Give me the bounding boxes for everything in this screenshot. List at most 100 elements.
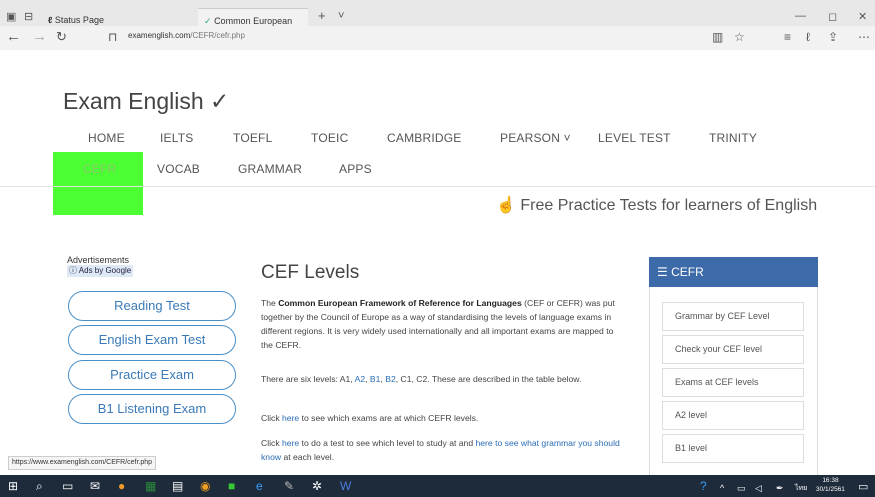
- p4-post: at each level.: [281, 452, 335, 462]
- link-test-here[interactable]: here: [282, 438, 299, 448]
- back-icon[interactable]: ←: [6, 28, 21, 45]
- sidebar-item-a2[interactable]: A2 level: [662, 401, 804, 430]
- clock-date: 30/1/2561: [816, 486, 845, 493]
- link-a2[interactable]: A2: [355, 374, 366, 384]
- tab-label: Status Page: [54, 15, 104, 25]
- store-icon[interactable]: ▤: [172, 479, 183, 493]
- word-icon[interactable]: W: [340, 479, 351, 493]
- nav-vocab[interactable]: VOCAB: [157, 162, 200, 176]
- chevron-down-icon[interactable]: ˅: [338, 10, 344, 22]
- link-b2[interactable]: B2: [385, 374, 396, 384]
- thumbs-up-icon: ☝: [496, 197, 516, 214]
- network-icon[interactable]: ▭: [737, 481, 746, 495]
- link-exams-here[interactable]: here: [282, 413, 299, 423]
- link-b1[interactable]: B1: [370, 374, 381, 384]
- ads-by-google[interactable]: ⓘ Ads by Google: [67, 265, 134, 277]
- ads-by-text: Ads by Google: [78, 266, 132, 275]
- more-icon[interactable]: ⋯: [858, 30, 870, 44]
- task-view-icon[interactable]: ▭: [62, 479, 73, 493]
- maximize-icon[interactable]: ◻: [828, 10, 837, 23]
- p1-pre: The: [261, 298, 279, 308]
- nav-apps[interactable]: APPS: [339, 162, 372, 176]
- sidebar-item-b1[interactable]: B1 level: [662, 434, 804, 463]
- nav-home[interactable]: HOME: [88, 131, 125, 145]
- nav-cambridge[interactable]: CAMBRIDGE: [387, 131, 461, 145]
- p4-pre: Click: [261, 438, 283, 448]
- nav-grammar[interactable]: GRAMMAR: [238, 162, 302, 176]
- mail-icon[interactable]: ✉: [90, 479, 100, 493]
- nav-pearson[interactable]: PEARSON ˅: [500, 131, 571, 145]
- url-path: /CEFR/cefr.php: [190, 31, 245, 40]
- ad-b1-listening-exam-button[interactable]: B1 Listening Exam: [68, 394, 236, 424]
- close-window-icon[interactable]: ✕: [858, 10, 867, 23]
- clock-time: 16:38: [822, 477, 839, 484]
- p2-pre: There are six levels: A1,: [261, 374, 355, 384]
- sidebar-header: ☰ CEFR: [649, 257, 818, 287]
- url-input[interactable]: examenglish.com/CEFR/cefr.php: [128, 31, 245, 40]
- clock[interactable]: 16:38 30/1/2561: [816, 476, 845, 494]
- intro-paragraph: The Common European Framework of Referen…: [261, 296, 623, 352]
- favorite-star-icon[interactable]: ☆: [734, 30, 745, 44]
- header-divider: [0, 186, 875, 187]
- site-title[interactable]: Exam English ✓: [63, 88, 229, 115]
- nav-toefl[interactable]: TOEFL: [233, 131, 272, 145]
- nav-level-test[interactable]: LEVEL TEST: [598, 131, 671, 145]
- help-icon[interactable]: ?: [700, 479, 707, 493]
- settings-icon[interactable]: ✲: [312, 479, 322, 493]
- nav-ielts[interactable]: IELTS: [160, 131, 193, 145]
- nav-cefr[interactable]: CEFR: [83, 162, 116, 176]
- info-icon: ⓘ: [69, 266, 77, 275]
- volume-icon[interactable]: ◁: [755, 481, 762, 495]
- search-icon[interactable]: ⌕: [36, 479, 43, 493]
- article-title: CEF Levels: [261, 262, 360, 283]
- refresh-icon[interactable]: ↻: [56, 29, 67, 45]
- tab-actions-icon[interactable]: ▣: [6, 10, 16, 23]
- nav-toeic[interactable]: TOEIC: [311, 131, 348, 145]
- tab-favicon-icon: ℓ: [48, 15, 53, 25]
- tab-favicon-icon: ✓: [204, 16, 212, 26]
- chevron-up-icon[interactable]: ^: [720, 481, 724, 495]
- sidebar-title: CEFR: [671, 265, 704, 279]
- levels-paragraph: There are six levels: A1, A2, B1, B2, C1…: [261, 372, 623, 386]
- chrome-icon[interactable]: ◉: [200, 479, 210, 493]
- tagline-text: Free Practice Tests for learners of Engl…: [520, 197, 818, 214]
- line-icon[interactable]: ■: [228, 479, 235, 493]
- pen-icon[interactable]: ✒: [776, 481, 784, 495]
- p2-post: , C1, C2. These are described in the tab…: [395, 374, 582, 384]
- p1-bold: Common European Framework of Reference f…: [278, 298, 522, 308]
- exams-paragraph: Click here to see which exams are at whi…: [261, 411, 623, 425]
- notes-icon[interactable]: ℓ: [806, 30, 810, 44]
- p4-mid: to do a test to see which level to study…: [299, 438, 476, 448]
- firefox-icon[interactable]: ●: [118, 479, 125, 493]
- edge-icon[interactable]: e: [256, 479, 263, 493]
- ad-practice-exam-button[interactable]: Practice Exam: [68, 360, 236, 390]
- input-language[interactable]: ไทย: [795, 482, 807, 496]
- lock-icon: ⊓: [108, 30, 118, 44]
- sidebar-item-check-level[interactable]: Check your CEF level: [662, 335, 804, 364]
- tab-preview-icon[interactable]: ⊟: [24, 10, 33, 23]
- calendar-icon[interactable]: ▦: [145, 479, 156, 493]
- windows-start-icon[interactable]: ⊞: [8, 479, 18, 493]
- sidebar-item-exams-at-levels[interactable]: Exams at CEF levels: [662, 368, 804, 397]
- share-icon[interactable]: ⇪: [828, 30, 838, 44]
- ad-reading-test-button[interactable]: Reading Test: [68, 291, 236, 321]
- reading-view-icon[interactable]: ▥: [712, 30, 723, 44]
- hub-icon[interactable]: ≡: [784, 30, 791, 44]
- minimize-icon[interactable]: —: [795, 10, 806, 22]
- ad-english-exam-test-button[interactable]: English Exam Test: [68, 325, 236, 355]
- sidebar-item-grammar-by-level[interactable]: Grammar by CEF Level: [662, 302, 804, 331]
- test-paragraph: Click here to do a test to see which lev…: [261, 436, 623, 464]
- p3-pre: Click: [261, 413, 283, 423]
- plus-icon[interactable]: +: [318, 8, 326, 23]
- tagline: ☝ Free Practice Tests for learners of En…: [496, 195, 817, 215]
- address-bar: ← → ↻ ⊓ examenglish.com/CEFR/cefr.php ▥ …: [0, 26, 875, 50]
- taskbar: ⊞ ⌕ ▭ ✉ ● ▦ ▤ ◉ ■ e ✎ ✲ W ? ^ ▭ ◁ ✒ ไทย …: [0, 475, 875, 497]
- notifications-icon[interactable]: ▭: [858, 480, 868, 494]
- url-domain: examenglish.com: [128, 31, 191, 40]
- forward-icon[interactable]: →: [32, 28, 47, 45]
- list-icon: ☰: [657, 265, 668, 279]
- nav-trinity[interactable]: TRINITY: [709, 131, 757, 145]
- paint-icon[interactable]: ✎: [284, 479, 294, 493]
- p3-post: to see which exams are at which CEFR lev…: [299, 413, 479, 423]
- status-url: https://www.examenglish.com/CEFR/cefr.ph…: [8, 456, 157, 470]
